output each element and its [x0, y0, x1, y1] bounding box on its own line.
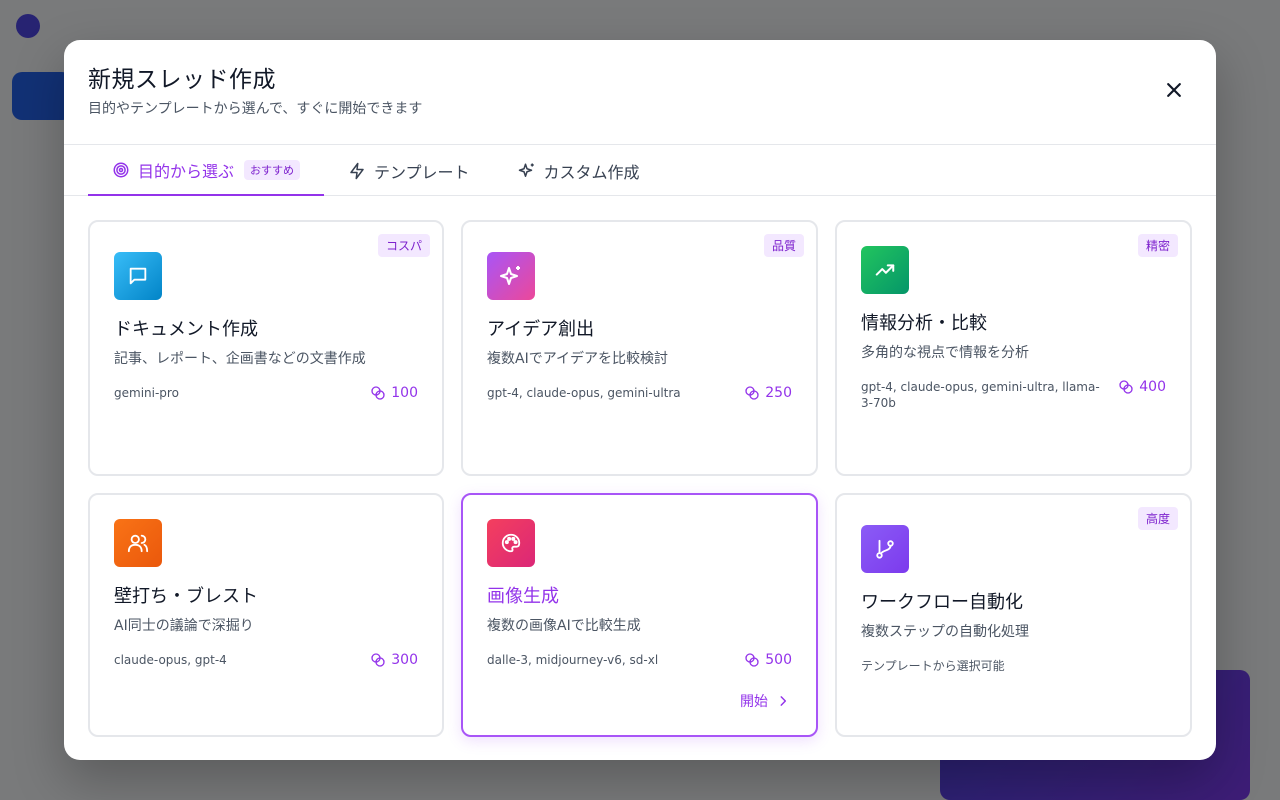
card-badge: 品質	[763, 234, 804, 257]
card-icon-box	[861, 525, 909, 573]
tab-template[interactable]: テンプレート	[324, 145, 494, 196]
card-image-generation[interactable]: 画像生成 複数の画像AIで比較生成 dalle-3, midjourney-v6…	[461, 493, 818, 737]
coins-icon	[1119, 380, 1133, 394]
purpose-card-grid: コスパ ドキュメント作成 記事、レポート、企画書などの文書作成 gemini-p…	[88, 220, 1192, 737]
credit-value: 250	[765, 385, 792, 401]
palette-icon	[501, 533, 521, 553]
card-icon-box	[861, 246, 909, 294]
card-idea-generation[interactable]: 品質 アイデア創出 複数AIでアイデアを比較検討 gpt-4, claude-o…	[461, 220, 818, 476]
mode-tabs: 目的から選ぶ おすすめ テンプレート カスタム作成	[64, 144, 1216, 196]
target-icon	[113, 162, 129, 177]
coins-icon	[745, 386, 759, 400]
credit-value: 100	[391, 385, 418, 401]
card-models: dalle-3, midjourney-v6, sd-xl	[487, 653, 659, 667]
card-credits: 400	[1118, 379, 1166, 395]
card-badge: 高度	[1137, 507, 1178, 530]
close-button[interactable]	[1162, 78, 1186, 102]
card-models: gpt-4, claude-opus, gemini-ultra, llama-…	[861, 380, 1100, 410]
card-description: 多角的な視点で情報を分析	[861, 345, 1029, 361]
card-models: claude-opus, gpt-4	[114, 653, 227, 667]
credit-value: 500	[765, 652, 792, 668]
message-square-icon	[129, 267, 147, 285]
card-icon-box	[114, 252, 162, 300]
new-thread-modal: 新規スレッド作成 目的やテンプレートから選んで、すぐに開始できます 目的から選ぶ…	[64, 40, 1216, 760]
tab-label: カスタム作成	[543, 162, 640, 182]
card-title: 画像生成	[487, 586, 559, 607]
card-title: ドキュメント作成	[114, 319, 258, 340]
card-badge: コスパ	[377, 234, 430, 257]
sparkles-icon	[518, 163, 534, 177]
coins-icon	[371, 653, 385, 667]
card-brainstorm[interactable]: 壁打ち・ブレスト AI同士の議論で深掘り claude-opus, gpt-4 …	[88, 493, 444, 737]
card-credits: 500	[744, 652, 792, 668]
card-description: AI同士の議論で深掘り	[114, 618, 254, 634]
modal-subtitle: 目的やテンプレートから選んで、すぐに開始できます	[88, 101, 423, 117]
card-icon-box	[487, 519, 535, 567]
card-models: gemini-pro	[114, 386, 179, 400]
card-credits: 100	[370, 385, 418, 401]
card-credits: 250	[744, 385, 792, 401]
card-title: 壁打ち・ブレスト	[114, 586, 258, 607]
coins-icon	[371, 386, 385, 400]
card-title: アイデア創出	[487, 319, 595, 340]
start-button[interactable]: 開始	[740, 691, 790, 711]
card-description: 複数ステップの自動化処理	[861, 624, 1029, 640]
chevron-right-icon	[780, 696, 787, 706]
users-icon	[127, 534, 149, 553]
sparkles-icon	[500, 266, 520, 285]
start-label: 開始	[740, 694, 768, 710]
modal-header: 新規スレッド作成 目的やテンプレートから選んで、すぐに開始できます	[64, 40, 1216, 144]
tab-custom[interactable]: カスタム作成	[494, 145, 664, 196]
credit-value: 300	[391, 652, 418, 668]
lightning-icon	[350, 162, 364, 179]
coins-icon	[745, 653, 759, 667]
tab-label: テンプレート	[374, 162, 470, 182]
modal-title: 新規スレッド作成	[88, 67, 276, 93]
card-credits: 300	[370, 652, 418, 668]
card-title: 情報分析・比較	[861, 313, 987, 334]
card-information-analysis[interactable]: 精密 情報分析・比較 多角的な視点で情報を分析 gpt-4, claude-op…	[835, 220, 1192, 476]
card-badge: 精密	[1137, 234, 1178, 257]
credit-value: 400	[1139, 379, 1166, 395]
card-title: ワークフロー自動化	[861, 592, 1023, 613]
card-description: 複数の画像AIで比較生成	[487, 618, 641, 634]
trending-up-icon	[875, 264, 895, 276]
tab-label: 目的から選ぶ	[138, 161, 235, 181]
card-description: 複数AIでアイデアを比較検討	[487, 351, 669, 367]
recommended-badge: おすすめ	[244, 159, 301, 180]
card-icon-box	[114, 519, 162, 567]
card-document-creation[interactable]: コスパ ドキュメント作成 記事、レポート、企画書などの文書作成 gemini-p…	[88, 220, 444, 476]
card-models: gpt-4, claude-opus, gemini-ultra	[487, 386, 681, 400]
close-icon	[1167, 83, 1181, 97]
card-description: 記事、レポート、企画書などの文書作成	[114, 351, 366, 367]
card-icon-box	[487, 252, 535, 300]
card-workflow-automation[interactable]: 高度 ワークフロー自動化 複数ステップの自動化処理 テンプレートから選択可能	[835, 493, 1192, 737]
tab-by-purpose[interactable]: 目的から選ぶ おすすめ	[88, 145, 325, 196]
git-branch-icon	[876, 539, 894, 559]
card-models: テンプレートから選択可能	[861, 659, 1005, 673]
